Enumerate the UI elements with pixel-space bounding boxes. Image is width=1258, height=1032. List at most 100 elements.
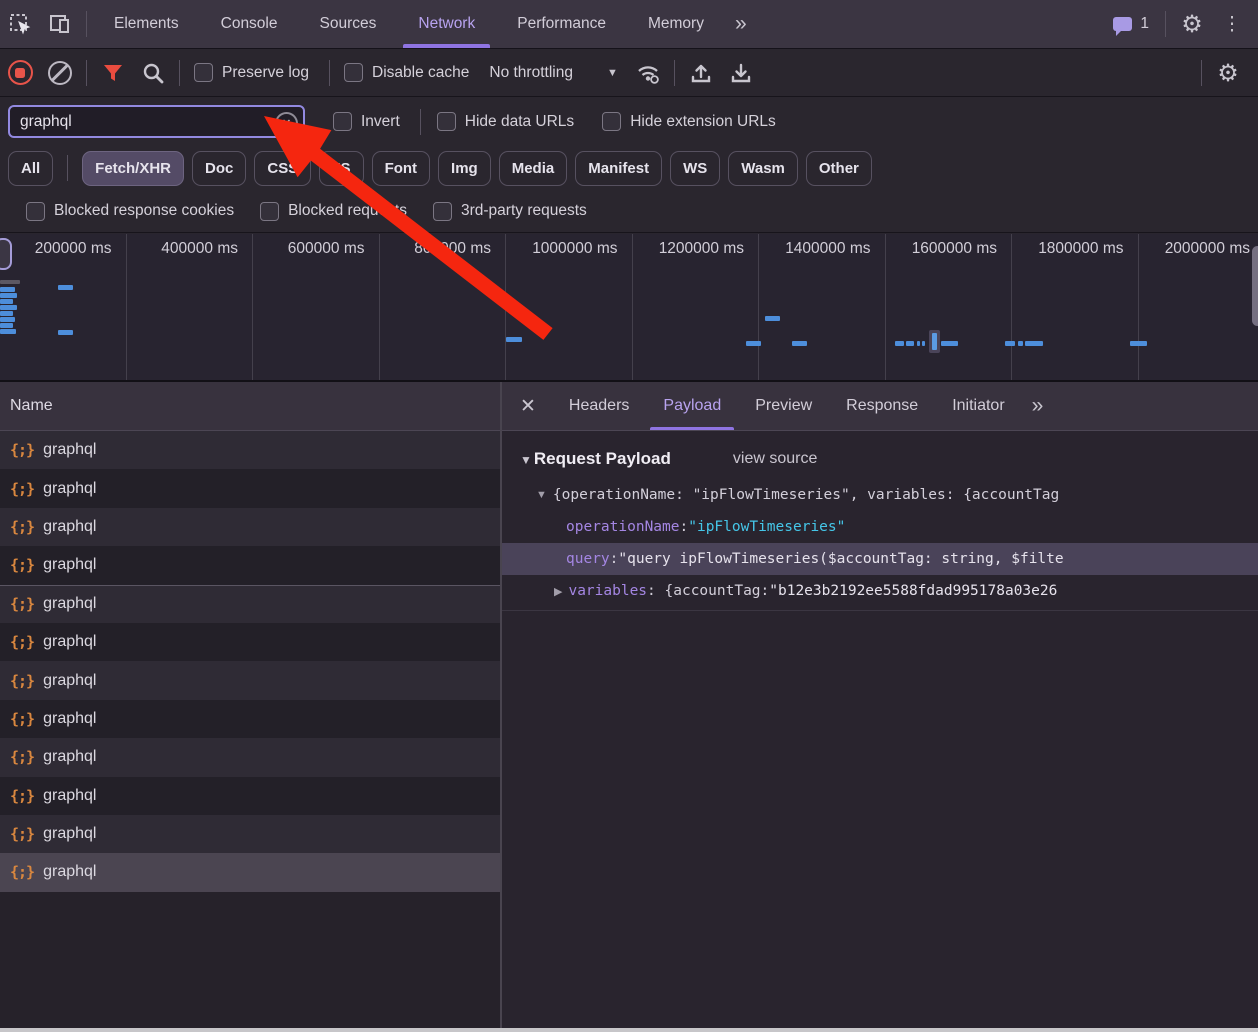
checkbox-label: Blocked requests [288,202,407,220]
filter-funnel-icon[interactable] [93,53,133,93]
search-icon[interactable] [133,53,173,93]
request-row[interactable]: {;}graphql [0,853,500,891]
3rd-party-requests-checkbox[interactable] [433,202,452,221]
close-icon[interactable]: ✕ [502,395,552,418]
request-row[interactable]: {;}graphql [0,700,500,738]
chip-font[interactable]: Font [372,151,430,186]
payload-line[interactable]: operationName: "ipFlowTimeseries" [502,511,1258,543]
tab-memory[interactable]: Memory [627,0,725,48]
tab-sources[interactable]: Sources [299,0,398,48]
request-name: graphql [43,787,96,805]
waterfall-bar [506,337,522,342]
request-row[interactable]: {;}graphql [0,815,500,853]
import-har-icon[interactable] [681,53,721,93]
settings-gear-icon[interactable]: ⚙ [1172,4,1212,44]
chip-ws[interactable]: WS [670,151,720,186]
chip-css[interactable]: CSS [254,151,311,186]
request-payload-title[interactable]: ▼Request Payload [520,449,671,469]
overview-right-grip[interactable] [1252,246,1258,326]
inspect-element-icon[interactable] [0,4,40,44]
tab-elements[interactable]: Elements [93,0,200,48]
tab-performance[interactable]: Performance [496,0,627,48]
preserve-log-label: Preserve log [222,64,309,82]
hide-data-urls-checkbox[interactable] [437,112,456,131]
network-conditions-icon[interactable] [628,53,668,93]
hide-extension-urls-label: Hide extension URLs [630,113,776,131]
divider [502,610,1258,611]
request-row[interactable]: {;}graphql [0,661,500,699]
customize-menu-icon[interactable]: ⋮ [1212,4,1252,44]
clear-filter-icon[interactable]: ✕ [275,112,298,135]
expander-triangle-icon[interactable]: ▶ [554,585,562,598]
tab-console[interactable]: Console [200,0,299,48]
request-row[interactable]: {;} graphql [0,777,500,815]
issues-bubble-icon[interactable] [1113,17,1132,31]
hide-extension-urls-checkbox[interactable] [602,112,621,131]
detail-tab-response[interactable]: Response [829,382,935,430]
network-settings-gear-icon[interactable]: ⚙ [1208,53,1248,93]
chip-media[interactable]: Media [499,151,568,186]
payload-line-highlighted[interactable]: query: "query ipFlowTimeseries($accountT… [502,543,1258,575]
chip-js[interactable]: JS [319,151,363,186]
waterfall-bar [0,311,13,316]
chip-wasm[interactable]: Wasm [728,151,798,186]
throttling-dropdown[interactable]: No throttling ▼ [489,64,617,82]
detail-tab-preview[interactable]: Preview [738,382,829,430]
disable-cache-checkbox[interactable] [344,63,363,82]
request-row[interactable]: {;}graphql [0,508,500,546]
invert-checkbox[interactable] [333,112,352,131]
overview-left-grip[interactable] [0,238,12,270]
json-braces-icon: {;} [10,787,34,805]
chip-all[interactable]: All [8,151,53,186]
json-braces-icon: {;} [10,441,34,459]
more-detail-tabs-icon[interactable]: » [1022,394,1052,418]
waterfall-bar [0,293,17,298]
clear-network-log-icon[interactable] [40,53,80,93]
record-network-log-icon[interactable] [0,53,40,93]
detail-tab-bar: ✕ HeadersPayloadPreviewResponseInitiator… [502,382,1258,431]
device-toolbar-icon[interactable] [40,4,80,44]
chip-img[interactable]: Img [438,151,491,186]
network-overview-timeline[interactable]: 200000 ms400000 ms600000 ms800000 ms1000… [0,234,1258,382]
payload-line[interactable]: ▶variables: {accountTag: "b12e3b2192ee55… [502,575,1258,607]
detail-tab-headers[interactable]: Headers [552,382,646,430]
payload-token: variables [568,583,647,599]
chip-doc[interactable]: Doc [192,151,246,186]
name-column-header[interactable]: Name [0,382,500,431]
blocked-requests-checkbox[interactable] [260,202,279,221]
tab-network[interactable]: Network [397,0,496,48]
detail-tab-initiator[interactable]: Initiator [935,382,1021,430]
json-braces-icon: {;} [10,748,34,766]
chip-fetch-xhr[interactable]: Fetch/XHR [82,151,184,186]
issues-count: 1 [1140,15,1149,33]
waterfall-bar [746,341,761,346]
filter-input[interactable] [8,105,305,138]
export-har-icon[interactable] [721,53,761,93]
request-row[interactable]: {;}graphql [0,738,500,776]
blocked-response-cookies-checkbox[interactable] [26,202,45,221]
filter-input-wrap: ✕ [8,105,305,138]
waterfall-bar [792,341,807,346]
payload-line[interactable]: ▼{operationName: "ipFlowTimeseries", var… [502,479,1258,511]
requests-table-pane: Name {;}graphql{;}graphql{;}graphql{;}gr… [0,382,502,1028]
waterfall-bar [0,299,13,304]
expander-triangle-icon[interactable]: ▼ [536,489,547,501]
divider [1165,11,1166,37]
more-panels-icon[interactable]: » [725,12,755,36]
chip-manifest[interactable]: Manifest [575,151,662,186]
request-row[interactable]: {;}graphql [0,469,500,507]
detail-tab-payload[interactable]: Payload [646,382,738,430]
request-row[interactable]: {;}graphql [0,431,500,469]
preserve-log-checkbox[interactable] [194,63,213,82]
request-row[interactable]: {;}graphql [0,623,500,661]
timeline-tick-label: 200000 ms [35,240,112,258]
waterfall-bar [941,341,958,346]
request-row[interactable]: {;}graphql [0,546,500,584]
request-row[interactable]: {;}graphql [0,585,500,623]
view-source-link[interactable]: view source [733,450,817,468]
request-details-pane: ✕ HeadersPayloadPreviewResponseInitiator… [502,382,1258,1028]
waterfall-bar [1018,341,1023,346]
request-name: graphql [43,710,96,728]
waterfall-bar [0,329,16,334]
chip-other[interactable]: Other [806,151,872,186]
